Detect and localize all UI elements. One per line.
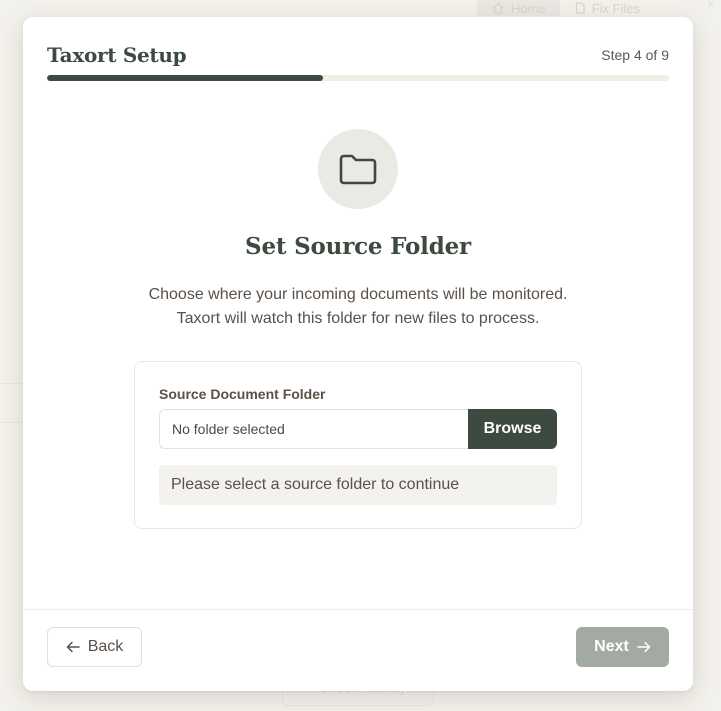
step-description-line-1: Choose where your incoming documents wil… [148,286,568,303]
step-description: Choose where your incoming documents wil… [23,283,693,331]
step-heading: Set Source Folder [245,233,471,260]
back-button-label: Back [87,638,124,655]
browse-button[interactable]: Browse [468,409,557,449]
wizard-header: Taxort Setup Step 4 of 9 [47,43,669,67]
step-description-line-2: Taxort will watch this folder for new fi… [176,310,540,327]
source-folder-label: Source Document Folder [159,386,326,402]
source-folder-input[interactable] [159,409,469,449]
step-icon-circle [318,129,398,209]
source-folder-card: Source Document Folder Browse Please sel… [134,361,582,529]
back-button[interactable]: Back [47,627,142,667]
step-indicator: Step 4 of 9 [601,47,669,63]
folder-icon [339,154,377,185]
next-button[interactable]: Next [576,627,669,667]
wizard-title: Taxort Setup [47,43,187,67]
arrow-right-icon [637,641,651,653]
arrow-left-icon [66,641,80,653]
next-button-label: Next [594,638,629,655]
setup-wizard-dialog: Taxort Setup Step 4 of 9 Set Source Fold… [23,17,693,691]
progress-bar-fill [47,75,324,81]
wizard-footer: Back Next [23,609,693,691]
validation-message: Please select a source folder to continu… [159,465,557,505]
progress-bar [47,75,669,81]
